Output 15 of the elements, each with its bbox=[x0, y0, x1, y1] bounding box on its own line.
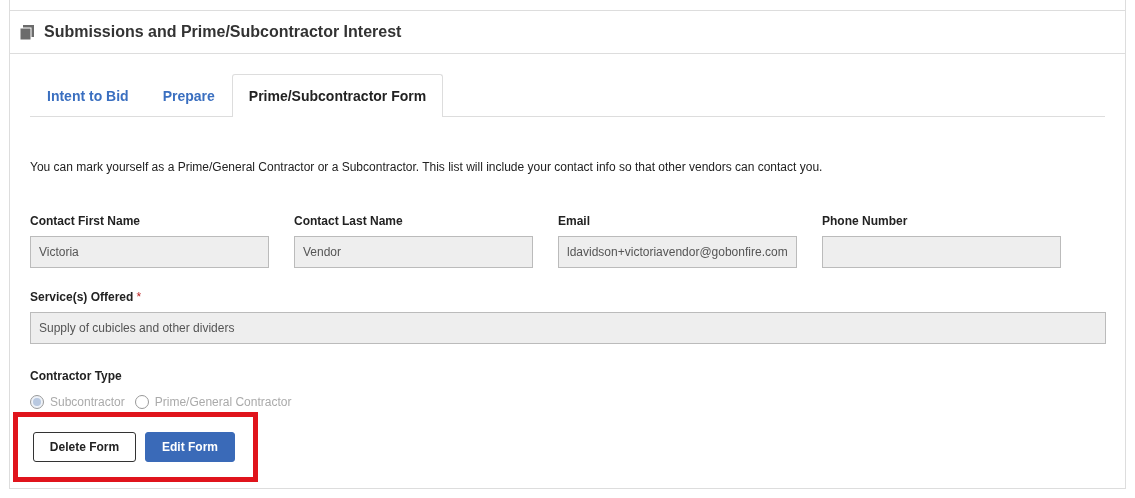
edit-button[interactable]: Edit Form bbox=[145, 432, 235, 462]
field-label: Contractor Type bbox=[30, 369, 123, 383]
intro-text: You can mark yourself as a Prime/General Contractor or a Subcontractor. This list will include your contact info so that other vendors can contact you. bbox=[30, 160, 824, 175]
documents-icon bbox=[20, 24, 34, 40]
field-label: Contact Last Name bbox=[294, 214, 404, 228]
tab[interactable]: Prepare bbox=[145, 74, 232, 116]
tab[interactable]: Intent to Bid bbox=[30, 74, 146, 116]
tab[interactable]: Prime/Subcontractor Form bbox=[231, 74, 444, 117]
field-label: Phone Number bbox=[822, 214, 909, 228]
field-label: Email bbox=[558, 214, 591, 228]
field-label: Contact First Name bbox=[30, 214, 142, 228]
panel-title: Submissions and Prime/Subcontractor Interest bbox=[44, 23, 402, 41]
required-mark: * bbox=[136, 290, 142, 304]
field-label: Service(s) Offered bbox=[30, 290, 134, 304]
delete-button[interactable]: Delete Form bbox=[33, 432, 136, 462]
